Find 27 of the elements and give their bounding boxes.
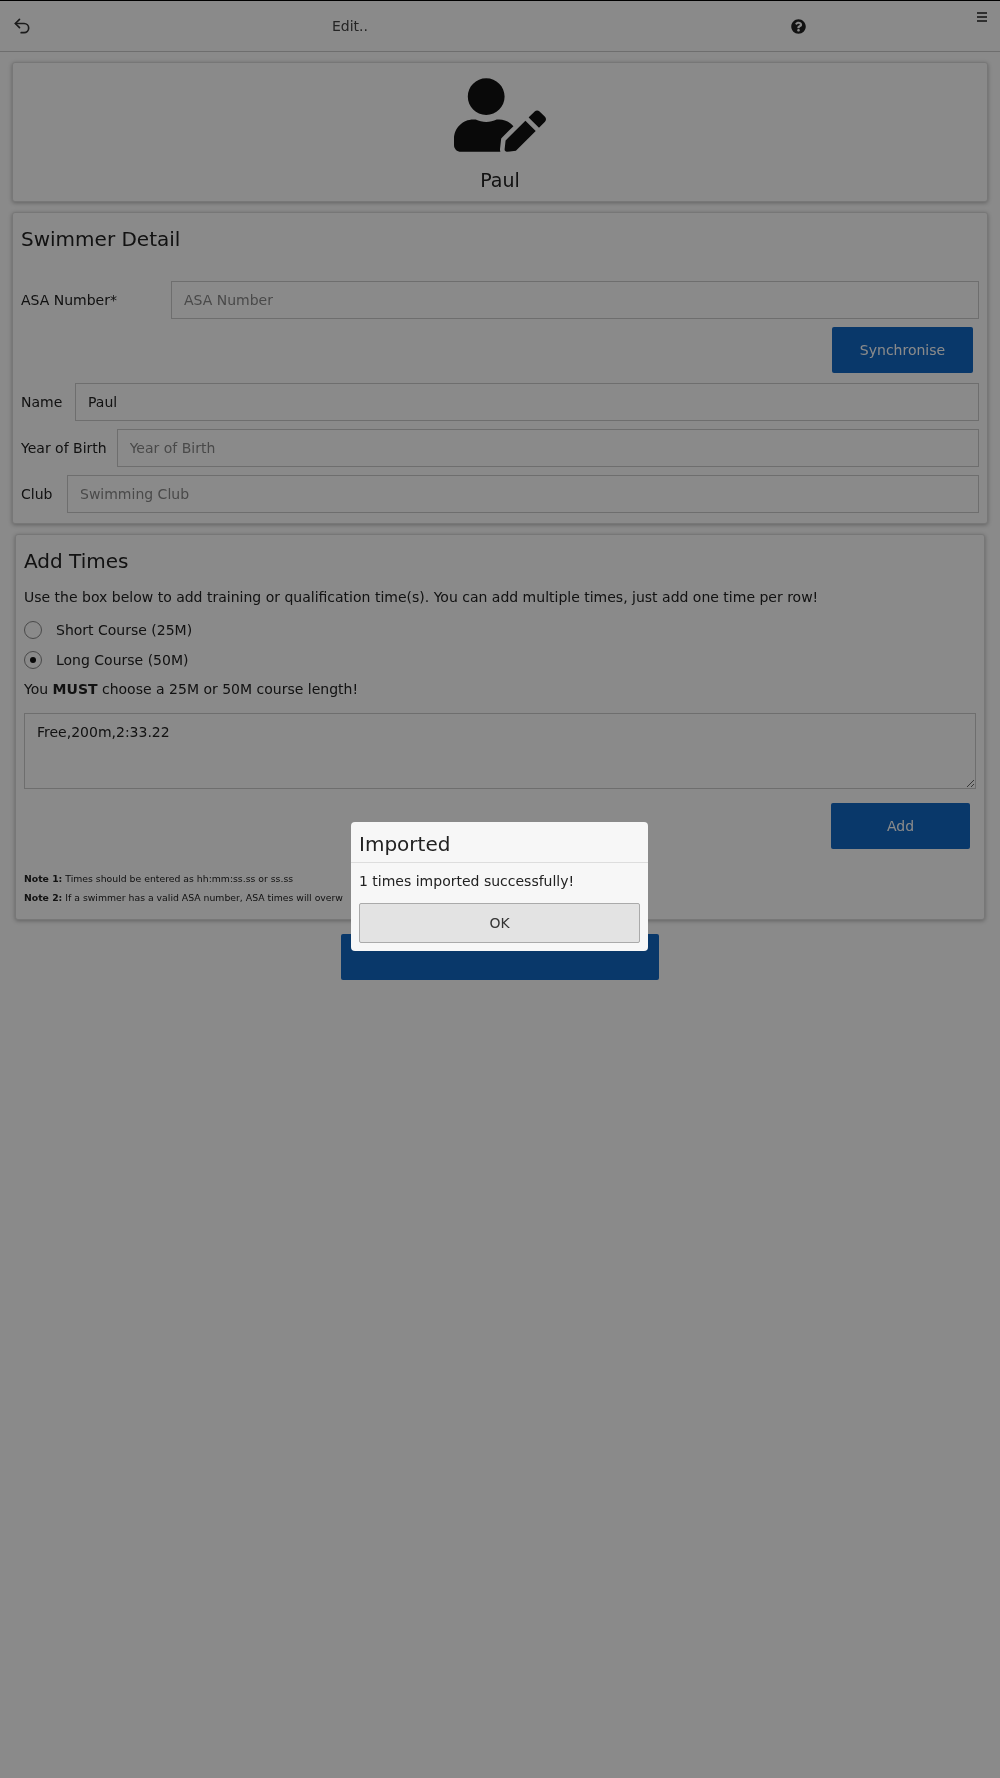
dialog-message: 1 times imported successfully!: [359, 873, 576, 889]
instructions-text: Use the box below to add training or qualification time(s). You can add multiple times, just add one time per row!: [24, 589, 820, 605]
radio-label[interactable]: Short Course (25M): [56, 622, 193, 638]
help-icon[interactable]: [791, 18, 806, 34]
asa-number-field[interactable]: ASA Number: [171, 281, 979, 319]
dialog-title: Imported: [351, 822, 648, 863]
page-title: Edit..: [332, 18, 369, 34]
ok-button[interactable]: OK: [359, 903, 640, 943]
menu-icon[interactable]: [976, 11, 988, 23]
text-field[interactable]: Paul: [75, 383, 979, 421]
warning-text: You MUST choose a 25M or 50M course length!: [24, 681, 359, 697]
field-label: Year of Birth: [21, 440, 107, 456]
field-label: Name: [21, 394, 64, 410]
swimmer-name: Paul: [480, 169, 520, 191]
radio-label[interactable]: Long Course (50M): [56, 652, 189, 668]
note-text: Note 1: Times should be entered as hh:mm:ss.ss or ss.ss: [24, 873, 294, 884]
add-button[interactable]: Add: [831, 803, 970, 849]
section-title: Add Times: [24, 549, 130, 573]
section-title: Swimmer Detail: [21, 227, 182, 251]
text-field[interactable]: Year of Birth: [116, 429, 979, 467]
field-label: Club: [21, 486, 54, 502]
back-icon[interactable]: [12, 16, 32, 36]
note-text: Note 2: If a swimmer has a valid ASA number, ASA times will overw: [24, 892, 343, 903]
synchronise-button[interactable]: Synchronise: [832, 327, 973, 373]
times-textarea[interactable]: Free,200m,2:33.22: [24, 713, 976, 789]
field-label: ASA Number*: [21, 292, 118, 308]
text-field[interactable]: Swimming Club: [67, 475, 979, 513]
